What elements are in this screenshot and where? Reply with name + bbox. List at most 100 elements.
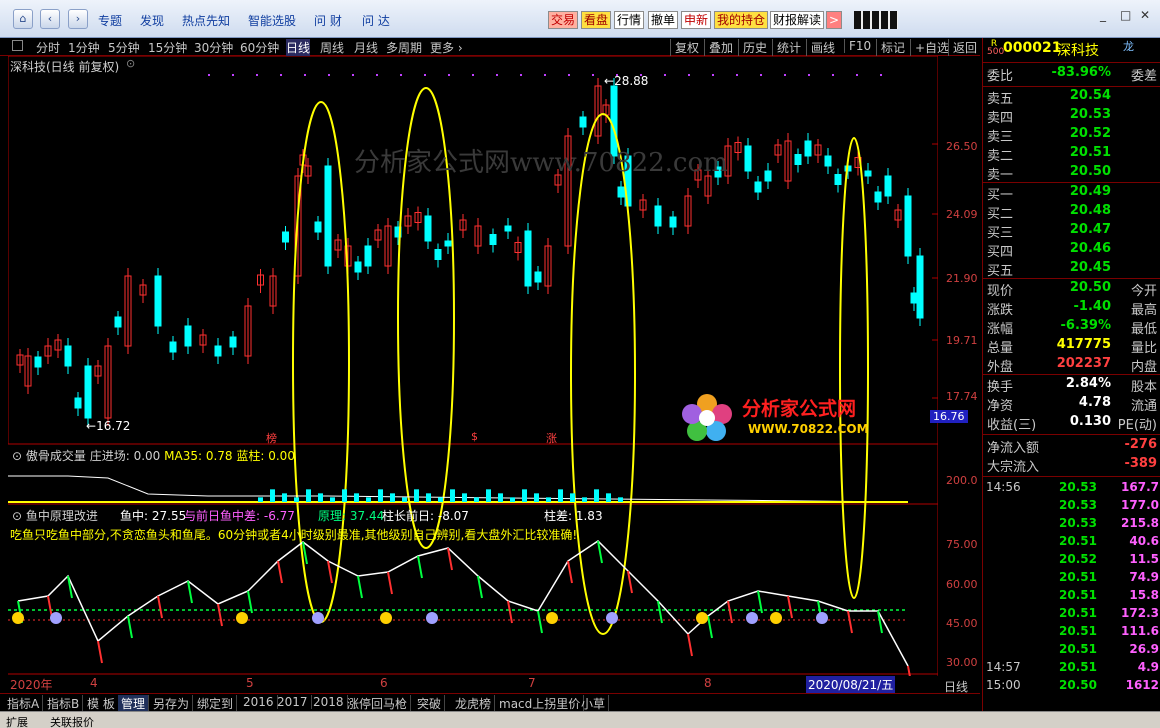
volume-bar bbox=[474, 497, 479, 502]
logo-url: WWW.70822.COM bbox=[748, 422, 869, 436]
ind-level-2: 60.00 bbox=[946, 578, 978, 591]
signal-dot bbox=[496, 74, 498, 76]
stat-label: 总量 bbox=[987, 341, 1014, 356]
chart-tool-7[interactable]: +自选 bbox=[910, 39, 949, 56]
tick-volume: 1612 bbox=[1125, 678, 1159, 692]
formula-tab-10[interactable]: 突破 bbox=[414, 695, 446, 712]
close-button[interactable]: ✕ bbox=[1140, 8, 1150, 22]
volume-bar bbox=[558, 489, 563, 502]
maximize-button[interactable]: □ bbox=[1120, 8, 1131, 22]
chart-tool-2[interactable]: 历史 bbox=[738, 39, 767, 56]
formula-tab-11[interactable]: 龙虎榜 bbox=[452, 695, 496, 712]
nav-ask-finance[interactable]: 问 财 bbox=[314, 12, 342, 29]
formula-tab-12[interactable]: macd上拐里价 bbox=[496, 695, 585, 712]
formula-tab-0[interactable]: 指标A bbox=[4, 695, 44, 712]
formula-tab-4[interactable]: 另存为 bbox=[150, 695, 194, 712]
progress-blocks bbox=[854, 11, 898, 29]
separator bbox=[983, 278, 1160, 279]
chart-menu-icon[interactable]: ⊙ bbox=[126, 57, 135, 70]
period-item-4[interactable]: 30分钟 bbox=[194, 39, 233, 56]
status-expand[interactable]: 扩展 bbox=[6, 714, 28, 728]
xaxis-apr: 4 bbox=[90, 676, 98, 690]
formula-tab-13[interactable]: 小草 bbox=[578, 695, 610, 712]
formula-tab-9[interactable]: 涨停回马枪 bbox=[344, 695, 412, 712]
chart-tool-0[interactable]: 复权 bbox=[670, 39, 699, 56]
bid-value: 20.49 bbox=[1069, 184, 1111, 199]
period-item-3[interactable]: 15分钟 bbox=[148, 39, 187, 56]
minimize-button[interactable]: _ bbox=[1100, 8, 1106, 22]
forward-icon[interactable]: › bbox=[68, 9, 88, 29]
layout-icon[interactable] bbox=[12, 40, 23, 51]
volume-bar bbox=[570, 493, 575, 502]
indicator-hatch bbox=[327, 560, 333, 584]
top-button-7[interactable]: > bbox=[826, 11, 843, 29]
chart-area[interactable]: 深科技(日线 前复权) ⊙ 分析家公式网www.70822.com ←28.88… bbox=[8, 56, 938, 693]
date-tag: 2020/08/21/五 bbox=[806, 676, 896, 693]
formula-tab-2[interactable]: 模 板 bbox=[84, 695, 119, 712]
nav-ask-da[interactable]: 问 达 bbox=[362, 12, 390, 29]
period-item-0[interactable]: 分时 bbox=[36, 39, 60, 56]
ask-label: 卖三 bbox=[987, 130, 1014, 145]
formula-tab-3[interactable]: 管理 bbox=[118, 695, 150, 712]
top-button-6[interactable]: 财报解读 bbox=[770, 11, 825, 29]
top-button-4[interactable]: 申新 bbox=[681, 11, 712, 29]
ask-row: 卖五 20.54 bbox=[987, 88, 1157, 107]
stat-right-label: 量比 bbox=[1130, 341, 1157, 356]
formula-tab-7[interactable]: 2017 bbox=[274, 695, 312, 709]
period-item-9[interactable]: 多周期 bbox=[386, 39, 422, 56]
chart-tool-3[interactable]: 统计 bbox=[772, 39, 801, 56]
bid-value: 20.47 bbox=[1069, 222, 1111, 237]
formula-tab-1[interactable]: 指标B bbox=[44, 695, 84, 712]
chart-tool-1[interactable]: 叠加 bbox=[704, 39, 733, 56]
signal-dot bbox=[376, 74, 378, 76]
mood-face-icon bbox=[696, 612, 708, 624]
tick-row: 20.51 40.6 bbox=[983, 534, 1160, 552]
candle-body bbox=[744, 145, 752, 172]
marker-rank: 榜 bbox=[266, 432, 277, 445]
top-button-1[interactable]: 看盘 bbox=[581, 11, 612, 29]
period-item-6[interactable]: 日线 bbox=[286, 39, 311, 56]
period-item-8[interactable]: 月线 bbox=[354, 39, 378, 56]
home-icon[interactable]: ⌂ bbox=[13, 9, 33, 29]
period-item-1[interactable]: 1分钟 bbox=[68, 39, 100, 56]
period-item-2[interactable]: 5分钟 bbox=[108, 39, 140, 56]
stat2-value: 4.78 bbox=[1078, 395, 1111, 410]
chart-tool-5[interactable]: F10 bbox=[844, 39, 871, 53]
stat-value: 202237 bbox=[1056, 356, 1111, 371]
bid-row: 买二 20.48 bbox=[987, 203, 1157, 222]
dragon-icon: 龙 bbox=[1123, 40, 1134, 53]
mood-face-icon bbox=[546, 612, 558, 624]
period-item-7[interactable]: 周线 bbox=[320, 39, 344, 56]
nav-discover[interactable]: 发现 bbox=[140, 12, 164, 29]
formula-tab-6[interactable]: 2016 bbox=[240, 695, 278, 709]
separator bbox=[983, 476, 1160, 477]
signal-dot bbox=[592, 74, 594, 76]
chart-tool-4[interactable]: 画线 bbox=[806, 39, 835, 56]
period-item-10[interactable]: 更多 › bbox=[430, 39, 463, 56]
chart-tool-6[interactable]: 标记 bbox=[876, 39, 905, 56]
signal-dot bbox=[712, 74, 714, 76]
tick-price: 20.51 bbox=[1059, 624, 1097, 638]
main-chart-title: 深科技(日线 前复权) bbox=[10, 60, 120, 74]
status-linked-quote[interactable]: 关联报价 bbox=[50, 714, 94, 728]
stat2-value: 2.84% bbox=[1065, 376, 1111, 391]
candle-body bbox=[834, 174, 842, 185]
nav-smart-pick[interactable]: 智能选股 bbox=[248, 12, 296, 29]
indicator-note: 吃鱼只吃鱼中部分,不贪恋鱼头和鱼尾。60分钟或者4小时级别最准,其他级别自己辨别… bbox=[10, 528, 578, 542]
chart-tool-8[interactable]: 返回 bbox=[948, 39, 977, 56]
bid-label: 买五 bbox=[987, 264, 1014, 279]
top-button-5[interactable]: 我的持仓 bbox=[714, 11, 769, 29]
period-item-5[interactable]: 60分钟 bbox=[240, 39, 279, 56]
nav-hot-news[interactable]: 热点先知 bbox=[182, 12, 230, 29]
indicator-hatch bbox=[277, 560, 283, 584]
volume-bar bbox=[486, 489, 491, 502]
formula-tab-5[interactable]: 绑定到 bbox=[194, 695, 238, 712]
back-icon[interactable]: ‹ bbox=[40, 9, 60, 29]
formula-tab-8[interactable]: 2018 bbox=[310, 695, 348, 709]
top-button-3[interactable]: 撤单 bbox=[648, 11, 679, 29]
top-button-0[interactable]: 交易 bbox=[548, 11, 579, 29]
nav-topics[interactable]: 专题 bbox=[98, 12, 122, 29]
signal-dot bbox=[472, 74, 474, 76]
weibi-value: -83.96% bbox=[1051, 65, 1111, 80]
top-button-2[interactable]: 行情 bbox=[614, 11, 645, 29]
